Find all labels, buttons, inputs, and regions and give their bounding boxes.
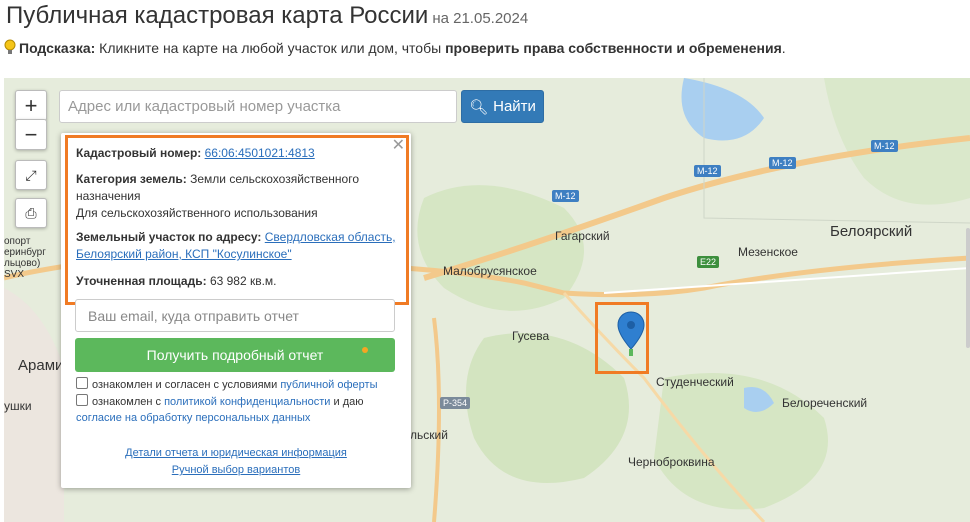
cadastral-number-row: Кадастровый номер: 66:06:4501021:4813: [76, 145, 401, 162]
printer-icon: ⎙: [25, 204, 37, 221]
details-link[interactable]: Детали отчета и юридическая информация: [125, 447, 347, 459]
fullscreen-button[interactable]: ⤢: [15, 160, 47, 190]
privacy-consent-checkbox[interactable]: ознакомлен с политикой конфиденциальност…: [76, 394, 363, 426]
privacy-consent-mid: и даю: [330, 396, 364, 408]
map-label-beloyarsky: Белоярский: [830, 223, 913, 240]
title-text: Публичная кадастровая карта России: [6, 2, 429, 29]
map-label-chernobrovkina: Черноброквина: [628, 455, 715, 469]
cadastral-map[interactable]: + − ⤢ ⎙ 🔍︎Найти Гагарский Белоярский Мез…: [4, 78, 970, 522]
cadastral-label: Кадастровый номер:: [76, 146, 202, 160]
search-button[interactable]: 🔍︎ Найти: [461, 90, 544, 123]
road-badge-m12-c: M-12: [769, 157, 796, 169]
map-label-belorechensky: Белореченский: [782, 396, 868, 410]
search-input[interactable]: [59, 90, 457, 123]
road-badge-m12-d: M-12: [871, 140, 898, 152]
personal-data-consent-link[interactable]: согласие на обработку персональных данны…: [76, 412, 310, 424]
get-report-button[interactable]: Получить подробный отчет: [75, 338, 395, 372]
lightbulb-icon: [4, 39, 16, 54]
expand-icon: ⤢: [25, 166, 37, 183]
road-badge-m12-a: M-12: [552, 190, 579, 202]
map-label-mezenskoe: Мезенское: [738, 245, 798, 259]
details-link-wrap: Детали отчета и юридическая информация: [61, 447, 411, 459]
offer-consent-text: ознакомлен и согласен с условиями: [92, 379, 281, 391]
offer-consent-checkbox[interactable]: ознакомлен и согласен с условиями публич…: [76, 377, 378, 393]
address-row: Земельный участок по адресу: Свердловска…: [76, 229, 401, 263]
area-label: Уточненная площадь:: [76, 274, 207, 288]
side-panel-handle[interactable]: [966, 228, 970, 348]
hint-text: Кликните на карте на любой участок или д…: [95, 40, 446, 56]
map-label-aramil: Арами: [18, 357, 64, 374]
notification-dot: [362, 347, 368, 353]
map-label-studenchesky: Студенческий: [656, 375, 734, 389]
close-icon[interactable]: ✕: [392, 135, 405, 155]
road-badge-e22: E22: [697, 256, 720, 268]
checkbox-box[interactable]: [76, 394, 88, 406]
parcel-popup: Кадастровый номер: 66:06:4501021:4813 Ка…: [61, 133, 411, 488]
usage-value: Для сельскохозяйственного использования: [76, 206, 318, 220]
search-icon: 🔍︎: [469, 98, 489, 116]
area-value: 63 982 кв.м.: [209, 274, 277, 288]
parcel-info-highlight: Кадастровый номер: 66:06:4501021:4813 Ка…: [65, 135, 409, 305]
map-label-lsky: льский: [410, 428, 448, 442]
title-date: на 21.05.2024: [432, 10, 529, 27]
offer-link[interactable]: публичной оферты: [280, 379, 377, 391]
privacy-policy-link[interactable]: политикой конфиденциальности: [164, 396, 330, 408]
road-badge-m12-b: M-12: [694, 165, 721, 177]
hint-bold: проверить права собственности и обремене…: [445, 40, 782, 56]
area-row: Уточненная площадь: 63 982 кв.м.: [76, 273, 401, 290]
checkbox-box[interactable]: [76, 377, 88, 389]
cadastral-number-link[interactable]: 66:06:4501021:4813: [205, 146, 315, 160]
manual-link-wrap: Ручной выбор вариантов: [61, 464, 411, 476]
address-label: Земельный участок по адресу:: [76, 230, 262, 244]
category-label: Категория земель:: [76, 172, 187, 186]
manual-select-link[interactable]: Ручной выбор вариантов: [172, 464, 300, 476]
hint-line: Подсказка: Кликните на карте на любой уч…: [4, 39, 786, 56]
map-label-malobrusyanskoe: Малобрусянское: [443, 264, 537, 278]
map-label-tsy: ушки: [4, 399, 32, 413]
email-field[interactable]: [75, 299, 395, 332]
print-button[interactable]: ⎙: [15, 198, 47, 228]
zoom-in-button[interactable]: +: [15, 90, 47, 121]
zoom-out-button[interactable]: −: [15, 119, 47, 150]
hint-label: Подсказка:: [19, 40, 96, 56]
search-button-label: Найти: [493, 98, 536, 115]
selected-parcel-highlight: [595, 302, 649, 374]
hint-end: .: [781, 40, 786, 56]
map-label-gagarsky: Гагарский: [555, 229, 610, 243]
map-label-airport: опорт еринбург льцово) SVX: [4, 236, 46, 280]
privacy-consent-text: ознакомлен с: [92, 396, 165, 408]
page-title: Публичная кадастровая карта России на 21.…: [6, 2, 528, 30]
land-category-row: Категория земель: Земли сельскохозяйстве…: [76, 171, 401, 222]
location-pin-icon[interactable]: [616, 311, 646, 359]
get-report-label: Получить подробный отчет: [146, 347, 324, 363]
road-badge-p354: P-354: [440, 397, 471, 409]
map-label-guseva: Гусева: [512, 329, 550, 343]
